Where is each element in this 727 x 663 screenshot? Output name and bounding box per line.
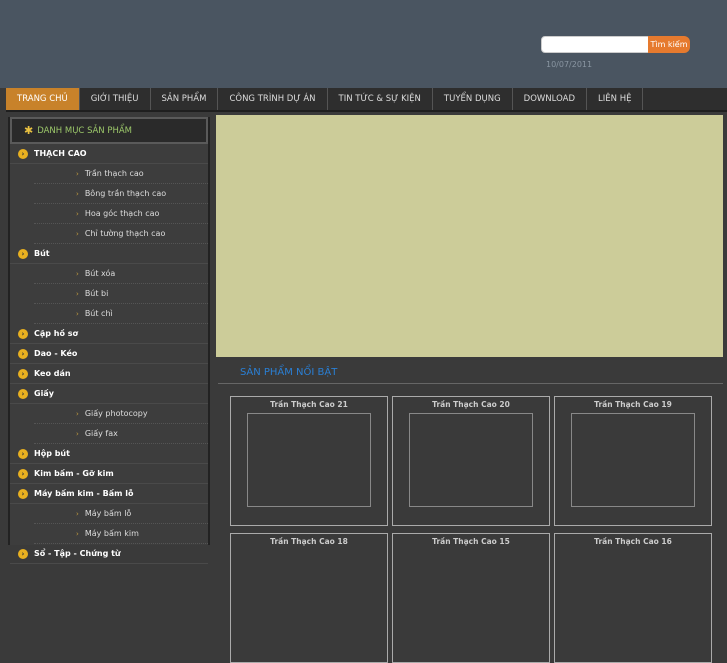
product-title[interactable]: Trần Thạch Cao 19	[555, 400, 711, 409]
product-card[interactable]: Trần Thạch Cao 21	[230, 396, 388, 526]
nav-download[interactable]: DOWNLOAD	[513, 88, 588, 110]
arrow-bullet-icon: ›	[18, 448, 28, 459]
product-card[interactable]: Trần Thạch Cao 18	[230, 533, 388, 663]
product-card[interactable]: Trần Thạch Cao 20	[392, 396, 550, 526]
nav-about[interactable]: GIỚI THIỆU	[80, 88, 151, 110]
main-nav: TRANG CHỦ GIỚI THIỆU SẢN PHẨM CÔNG TRÌNH…	[6, 88, 727, 112]
subcategory-item[interactable]: › Máy bấm kim	[34, 524, 208, 544]
nav-news[interactable]: TIN TỨC & SỰ KIỆN	[328, 88, 433, 110]
arrow-icon: ›	[76, 309, 79, 318]
nav-products[interactable]: SẢN PHẨM	[151, 88, 219, 110]
arrow-bullet-icon: ›	[18, 248, 28, 259]
product-image[interactable]	[247, 413, 371, 507]
category-dao-keo[interactable]: › Dao - Kéo	[10, 344, 208, 364]
sidebar-title: DANH MỤC SẢN PHẨM	[37, 125, 133, 136]
search-input[interactable]	[541, 36, 649, 53]
search-button[interactable]: Tìm kiếm	[648, 36, 690, 53]
current-date: 10/07/2011	[546, 60, 593, 69]
featured-heading: SẢN PHẨM NỔI BẬT	[240, 367, 338, 378]
product-image[interactable]	[571, 413, 695, 507]
subcategory-item[interactable]: › Máy bấm lỗ	[34, 504, 208, 524]
subcategory-item[interactable]: › Bông trần thạch cao	[34, 184, 208, 204]
category-may-bam-kim[interactable]: › Máy bấm kim - Bấm lỗ	[10, 484, 208, 504]
product-title[interactable]: Trần Thạch Cao 21	[231, 400, 387, 409]
subcategory-item[interactable]: › Bút xóa	[34, 264, 208, 284]
product-card[interactable]: Trần Thạch Cao 15	[392, 533, 550, 663]
arrow-bullet-icon: ›	[18, 388, 28, 399]
category-hop-but[interactable]: › Hộp bút	[10, 444, 208, 464]
arrow-bullet-icon: ›	[18, 548, 28, 559]
subcategory-item[interactable]: › Bút chì	[34, 304, 208, 324]
product-card[interactable]: Trần Thạch Cao 16	[554, 533, 712, 663]
arrow-icon: ›	[76, 289, 79, 298]
category-sidebar: ✱ DANH MỤC SẢN PHẨM › THẠCH CAO › Trần thạ…	[8, 117, 210, 564]
divider	[218, 383, 723, 384]
arrow-bullet-icon: ›	[18, 348, 28, 359]
category-cap-ho-so[interactable]: › Cặp hồ sơ	[10, 324, 208, 344]
subcategory-item[interactable]: › Bút bi	[34, 284, 208, 304]
sidebar-header: ✱ DANH MỤC SẢN PHẨM	[10, 117, 208, 144]
arrow-bullet-icon: ›	[18, 468, 28, 479]
category-keo-dan[interactable]: › Keo dán	[10, 364, 208, 384]
arrow-bullet-icon: ›	[18, 328, 28, 339]
arrow-icon: ›	[76, 189, 79, 198]
folder-icon: ✱	[24, 124, 34, 137]
nav-projects[interactable]: CÔNG TRÌNH DỰ ÁN	[218, 88, 328, 110]
arrow-bullet-icon: ›	[18, 148, 28, 159]
arrow-icon: ›	[76, 269, 79, 278]
nav-careers[interactable]: TUYỂN DỤNG	[433, 88, 513, 110]
product-image[interactable]	[409, 413, 533, 507]
arrow-icon: ›	[76, 169, 79, 178]
category-so-tap[interactable]: › Sổ - Tập - Chứng từ	[10, 544, 208, 564]
arrow-icon: ›	[76, 429, 79, 438]
arrow-icon: ›	[76, 529, 79, 538]
arrow-bullet-icon: ›	[18, 368, 28, 379]
arrow-icon: ›	[76, 209, 79, 218]
category-kim-bam[interactable]: › Kim bấm - Gỡ kim	[10, 464, 208, 484]
subcategory-item[interactable]: › Giấy fax	[34, 424, 208, 444]
category-thach-cao[interactable]: › THẠCH CAO	[10, 144, 208, 164]
subcategory-item[interactable]: › Trần thạch cao	[34, 164, 208, 184]
arrow-icon: ›	[76, 229, 79, 238]
category-but[interactable]: › Bút	[10, 244, 208, 264]
subcategory-item[interactable]: › Hoa góc thạch cao	[34, 204, 208, 224]
arrow-icon: ›	[76, 409, 79, 418]
subcategory-item[interactable]: › Giấy photocopy	[34, 404, 208, 424]
nav-contact[interactable]: LIÊN HỆ	[587, 88, 644, 110]
arrow-bullet-icon: ›	[18, 488, 28, 499]
category-giay[interactable]: › Giấy	[10, 384, 208, 404]
nav-home[interactable]: TRANG CHỦ	[6, 88, 80, 110]
arrow-icon: ›	[76, 509, 79, 518]
product-title[interactable]: Trần Thạch Cao 20	[393, 400, 549, 409]
subcategory-item[interactable]: › Chỉ tường thạch cao	[34, 224, 208, 244]
product-card[interactable]: Trần Thạch Cao 19	[554, 396, 712, 526]
banner-area	[216, 115, 723, 357]
